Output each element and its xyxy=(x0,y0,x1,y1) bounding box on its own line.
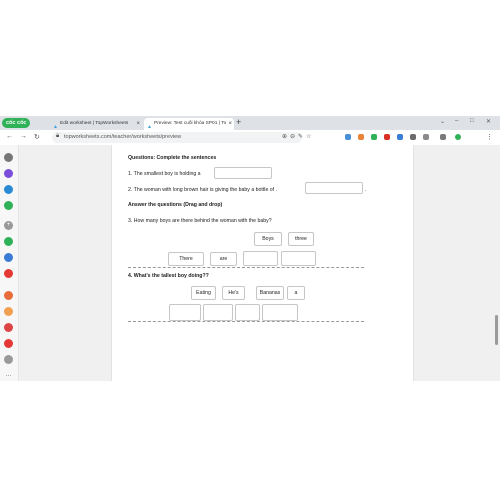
download-icon[interactable] xyxy=(440,134,446,140)
placed-word[interactable]: are xyxy=(210,252,237,266)
add-icon[interactable]: + xyxy=(4,221,13,230)
question-3: 3. How many boys are there behind the wo… xyxy=(128,218,272,224)
close-tab-icon[interactable]: × xyxy=(136,118,140,130)
pin-icon[interactable] xyxy=(4,291,13,300)
drop-slot[interactable] xyxy=(235,304,260,321)
address-bar[interactable]: 🔒︎ topworksheets.com/teacher/worksheets/… xyxy=(52,132,302,143)
drag-option[interactable]: Boys xyxy=(254,232,282,246)
section-title: Questions: Complete the sentences xyxy=(128,155,217,161)
menu-icon[interactable]: ⋮ xyxy=(486,133,493,141)
extension-icon[interactable] xyxy=(358,134,364,140)
drop-slot[interactable] xyxy=(203,304,233,321)
drop-slot[interactable] xyxy=(281,251,316,266)
address-bar-actions-icon[interactable]: ⊕⊖✎☆ xyxy=(282,133,314,140)
navigation-bar: ← → ↻ 🔒︎ topworksheets.com/teacher/works… xyxy=(0,130,500,146)
app-icon[interactable] xyxy=(4,323,13,332)
close-window-icon[interactable]: ✕ xyxy=(486,118,491,125)
coccoc-app-icon[interactable] xyxy=(4,237,13,246)
back-icon[interactable]: ← xyxy=(6,133,13,140)
extension-icon[interactable] xyxy=(384,134,390,140)
bell-icon[interactable] xyxy=(4,355,13,364)
url-text[interactable]: topworksheets.com/teacher/worksheets/pre… xyxy=(64,132,181,143)
tab-label: Preview: Test cuối khóa SP01 | To xyxy=(154,121,227,126)
drop-slot[interactable] xyxy=(262,304,298,321)
drag-option[interactable]: He's xyxy=(222,286,245,300)
placed-word[interactable]: There xyxy=(168,252,204,266)
drag-option[interactable]: a xyxy=(287,286,305,300)
extension-icon[interactable] xyxy=(397,134,403,140)
drag-option[interactable]: Eating xyxy=(191,286,216,300)
section-title: Answer the questions (Drag and drop) xyxy=(128,202,223,208)
page-viewport: Questions: Complete the sentences 1. The… xyxy=(19,145,500,381)
docs-icon[interactable] xyxy=(4,307,13,316)
drag-option[interactable]: Bananas xyxy=(256,286,284,300)
browser-window: cốc cốc ▲ Edit worksheet | TopWorksheets… xyxy=(0,116,500,381)
forward-icon[interactable]: → xyxy=(20,133,27,140)
answer-blank-2[interactable] xyxy=(305,182,363,194)
extension-icon[interactable] xyxy=(345,134,351,140)
topworksheets-favicon-icon: ▲ xyxy=(147,124,152,130)
new-tab-icon[interactable]: + xyxy=(236,117,241,127)
tab-search-icon[interactable]: ⌄ xyxy=(440,118,445,125)
extension-icon[interactable] xyxy=(371,134,377,140)
scrollbar[interactable] xyxy=(495,315,498,345)
question-1: 1. The smallest boy is holding a xyxy=(128,171,201,177)
question-4: 4. What's the tallest boy doing?? xyxy=(128,273,209,279)
messenger-icon[interactable] xyxy=(4,169,13,178)
question-2: 2. The woman with long brown hair is giv… xyxy=(128,187,277,193)
topworksheets-favicon-icon: ▲ xyxy=(53,124,58,130)
answer-line xyxy=(128,321,364,322)
question-2-period: . xyxy=(365,187,367,193)
tab-strip: cốc cốc ▲ Edit worksheet | TopWorksheets… xyxy=(0,116,500,130)
drop-slot[interactable] xyxy=(243,251,278,266)
history-icon[interactable] xyxy=(4,153,13,162)
answer-blank-1[interactable] xyxy=(214,167,272,179)
extensions-puzzle-icon[interactable] xyxy=(423,134,429,140)
minimize-icon[interactable]: – xyxy=(455,118,458,124)
tab-preview[interactable]: ▲ Preview: Test cuối khóa SP01 | To × xyxy=(144,118,234,130)
tab-edit-worksheet[interactable]: ▲ Edit worksheet | TopWorksheets × xyxy=(50,118,142,130)
todo-icon[interactable] xyxy=(4,339,13,348)
translate-icon[interactable] xyxy=(4,253,13,262)
worksheet: Questions: Complete the sentences 1. The… xyxy=(111,145,414,381)
edge-icon[interactable] xyxy=(4,185,13,194)
lock-icon[interactable]: 🔒︎ xyxy=(56,133,59,140)
drop-slot[interactable] xyxy=(169,304,201,321)
answer-line xyxy=(128,267,364,268)
more-icon[interactable]: … xyxy=(4,371,13,380)
sidebar: + … xyxy=(0,145,19,381)
profile-avatar-icon[interactable] xyxy=(455,134,461,140)
close-tab-icon[interactable]: × xyxy=(228,118,232,130)
drag-option[interactable]: three xyxy=(288,232,314,246)
reload-icon[interactable]: ↻ xyxy=(34,133,40,141)
youtube-icon[interactable] xyxy=(4,269,13,278)
tab-label: Edit worksheet | TopWorksheets xyxy=(60,121,129,126)
extension-icon[interactable] xyxy=(410,134,416,140)
maximize-icon[interactable]: □ xyxy=(470,118,474,124)
game-icon[interactable] xyxy=(4,201,13,210)
coccoc-logo[interactable]: cốc cốc xyxy=(2,118,31,128)
